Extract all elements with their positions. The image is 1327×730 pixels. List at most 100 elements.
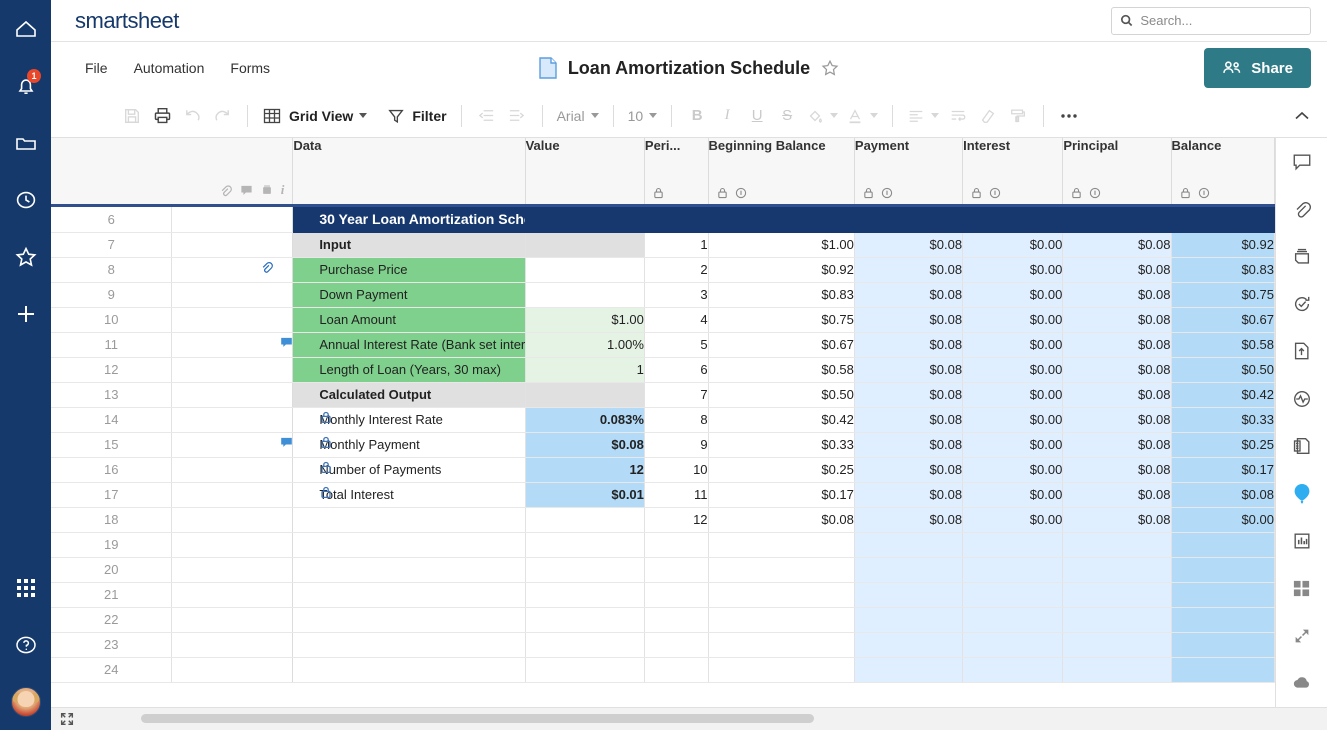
cell-beginning-balance[interactable] [708,207,854,232]
comment-icon[interactable] [280,436,293,449]
bold-button[interactable]: B [682,101,712,131]
font-family-selector[interactable]: Arial [553,101,603,131]
row-number[interactable]: 16 [51,457,172,482]
share-button[interactable]: Share [1204,48,1311,88]
comment-icon[interactable] [280,336,293,349]
cell-payment[interactable]: $0.08 [854,382,962,407]
cell-period[interactable]: 12 [644,507,708,532]
cell-interest[interactable] [963,657,1063,682]
cell-payment[interactable]: $0.08 [854,257,962,282]
cell-period[interactable]: 3 [644,282,708,307]
row-number[interactable]: 12 [51,357,172,382]
smartsheet-logo[interactable]: smartsheet [75,8,179,34]
cell-interest[interactable] [963,557,1063,582]
cell-interest[interactable]: $0.00 [963,232,1063,257]
outdent-button[interactable] [472,101,502,131]
grid-scroll-region[interactable]: i Data Value Peri... [51,138,1275,707]
panel-conversations[interactable] [1276,138,1327,185]
table-row[interactable]: 19 [51,532,1275,557]
horizontal-scrollbar[interactable] [141,714,1227,723]
column-header-data[interactable]: Data [293,138,525,204]
row-number[interactable]: 19 [51,532,172,557]
cell-value[interactable] [525,282,644,307]
cell-payment[interactable] [854,532,962,557]
cell-value[interactable]: 12 [525,457,644,482]
cell-payment[interactable]: $0.08 [854,357,962,382]
cell-interest[interactable]: $0.00 [963,407,1063,432]
cell-payment[interactable]: $0.08 [854,482,962,507]
cell-balance[interactable]: $0.58 [1171,332,1274,357]
print-button[interactable] [147,101,177,131]
cell-period[interactable]: 4 [644,307,708,332]
cell-principal[interactable]: $0.08 [1063,507,1171,532]
cell-principal[interactable] [1063,582,1171,607]
panel-reports[interactable] [1276,517,1327,564]
cell-beginning-balance[interactable]: $0.50 [708,382,854,407]
cell-data[interactable]: Annual Interest Rate (Bank set interest … [293,332,525,357]
row-indicator-cell[interactable] [172,507,293,532]
cell-balance[interactable]: $0.00 [1171,507,1274,532]
cell-data[interactable] [293,632,525,657]
cell-payment[interactable]: $0.08 [854,507,962,532]
cell-value[interactable] [525,232,644,257]
cell-data[interactable]: Input [293,232,525,257]
row-number[interactable]: 14 [51,407,172,432]
cell-beginning-balance[interactable]: $0.67 [708,332,854,357]
cell-payment[interactable]: $0.08 [854,282,962,307]
cell-value[interactable]: 1 [525,357,644,382]
sidebar-item-browse[interactable] [0,114,51,171]
cell-balance[interactable] [1171,632,1274,657]
cell-principal[interactable]: $0.08 [1063,482,1171,507]
table-row[interactable]: 17Total Interest$0.0111$0.17$0.08$0.00$0… [51,482,1275,507]
table-row[interactable]: 22 [51,607,1275,632]
cell-beginning-balance[interactable]: $0.92 [708,257,854,282]
row-number[interactable]: 10 [51,307,172,332]
panel-whats-new[interactable] [1276,470,1327,517]
cell-data[interactable]: Calculated Output [293,382,525,407]
table-row[interactable]: 1812$0.08$0.08$0.00$0.08$0.00 [51,507,1275,532]
wrap-text-button[interactable] [943,101,973,131]
column-header-balance[interactable]: Balance [1171,138,1274,204]
cell-value[interactable]: 0.083% [525,407,644,432]
cell-interest[interactable]: $0.00 [963,432,1063,457]
cell-principal[interactable]: $0.08 [1063,357,1171,382]
row-indicator-cell[interactable] [172,232,293,257]
cell-payment[interactable]: $0.08 [854,232,962,257]
row-indicator-cell[interactable] [172,657,293,682]
cell-data[interactable]: Length of Loan (Years, 30 max) [293,357,525,382]
cell-beginning-balance[interactable] [708,657,854,682]
row-number[interactable]: 20 [51,557,172,582]
expand-fullscreen-button[interactable] [59,711,75,727]
cell-beginning-balance[interactable]: $0.33 [708,432,854,457]
table-row[interactable]: 7Input1$1.00$0.08$0.00$0.08$0.92 [51,232,1275,257]
row-number[interactable]: 13 [51,382,172,407]
cell-data[interactable] [293,557,525,582]
row-indicator-cell[interactable] [172,557,293,582]
cell-payment[interactable] [854,207,962,232]
more-options-button[interactable] [1054,101,1084,131]
cell-data[interactable] [293,582,525,607]
cell-principal[interactable] [1063,632,1171,657]
panel-apps[interactable] [1276,565,1327,612]
table-row[interactable]: 21 [51,582,1275,607]
row-indicator-cell[interactable] [172,482,293,507]
sidebar-item-account[interactable] [0,673,51,730]
cell-interest[interactable]: $0.00 [963,257,1063,282]
cell-period[interactable] [644,207,708,232]
table-row[interactable]: 14Monthly Interest Rate0.083%8$0.42$0.08… [51,407,1275,432]
clear-format-button[interactable] [973,101,1003,131]
cell-period[interactable]: 11 [644,482,708,507]
row-indicator-cell[interactable] [172,332,293,357]
font-size-selector[interactable]: 10 [624,101,662,131]
cell-period[interactable] [644,532,708,557]
cell-value[interactable] [525,507,644,532]
menu-file[interactable]: File [75,54,118,82]
view-selector[interactable]: Grid View [258,101,371,131]
cell-beginning-balance[interactable]: $0.08 [708,507,854,532]
cell-beginning-balance[interactable]: $0.25 [708,457,854,482]
scrollbar-thumb[interactable] [141,714,814,723]
cell-value[interactable] [525,557,644,582]
cell-interest[interactable]: $0.00 [963,282,1063,307]
table-row[interactable]: 15Monthly Payment$0.089$0.33$0.08$0.00$0… [51,432,1275,457]
cell-balance[interactable]: $0.75 [1171,282,1274,307]
